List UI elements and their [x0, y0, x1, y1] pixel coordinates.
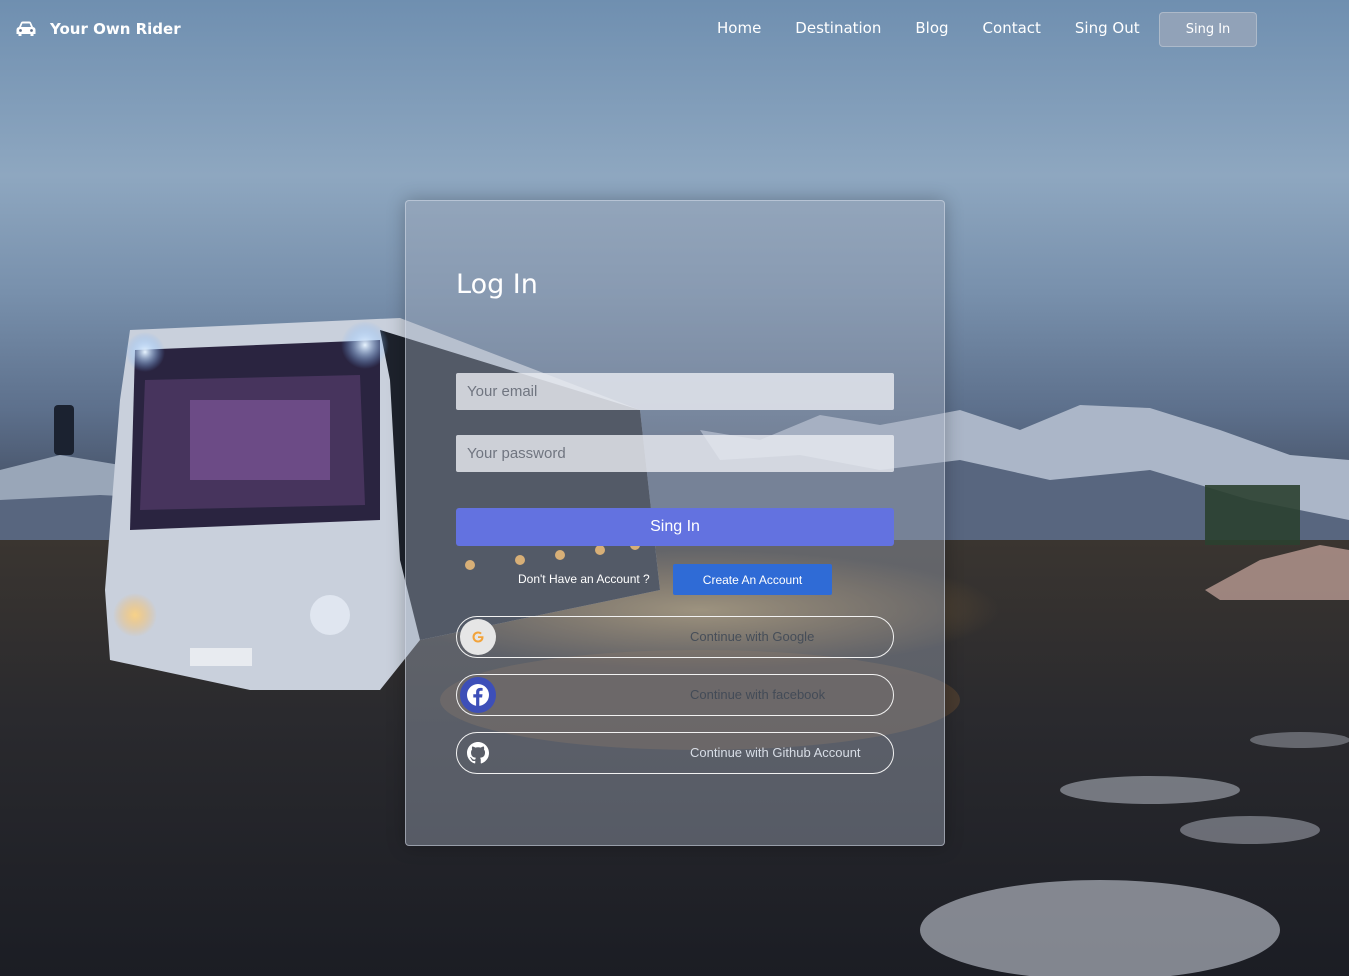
- no-account-text: Don't Have an Account ?: [518, 572, 650, 586]
- nav-links: Home Destination Blog Contact Sing Out: [717, 18, 1174, 38]
- facebook-icon: [460, 677, 496, 713]
- login-card: Log In Sing In Don't Have an Account ? C…: [405, 200, 945, 846]
- brand-logo[interactable]: Your Own Rider: [16, 20, 181, 38]
- sign-in-submit-button[interactable]: Sing In: [456, 508, 894, 546]
- continue-with-facebook-button[interactable]: Continue with facebook: [456, 674, 894, 716]
- nav-link-destination[interactable]: Destination: [795, 18, 881, 38]
- login-title: Log In: [456, 269, 538, 300]
- create-account-row: Don't Have an Account ? Create An Accoun…: [456, 564, 894, 595]
- create-account-button[interactable]: Create An Account: [673, 564, 832, 595]
- continue-with-google-button[interactable]: Continue with Google: [456, 616, 894, 658]
- nav-link-contact[interactable]: Contact: [983, 18, 1041, 38]
- nav-sign-in-button[interactable]: Sing In: [1159, 12, 1257, 47]
- password-field[interactable]: [456, 435, 894, 472]
- continue-with-github-button[interactable]: Continue with Github Account: [456, 732, 894, 774]
- google-icon: [460, 619, 496, 655]
- nav-link-blog[interactable]: Blog: [915, 18, 948, 38]
- email-field[interactable]: [456, 373, 894, 410]
- google-label: Continue with Google: [690, 629, 815, 644]
- github-label: Continue with Github Account: [690, 745, 861, 760]
- car-icon: [16, 21, 36, 36]
- brand-name: Your Own Rider: [50, 20, 181, 38]
- github-icon: [460, 735, 496, 771]
- nav-link-home[interactable]: Home: [717, 18, 761, 38]
- facebook-label: Continue with facebook: [690, 687, 826, 702]
- nav-link-sign-out[interactable]: Sing Out: [1075, 18, 1140, 38]
- navbar: Your Own Rider Home Destination Blog Con…: [0, 0, 1349, 60]
